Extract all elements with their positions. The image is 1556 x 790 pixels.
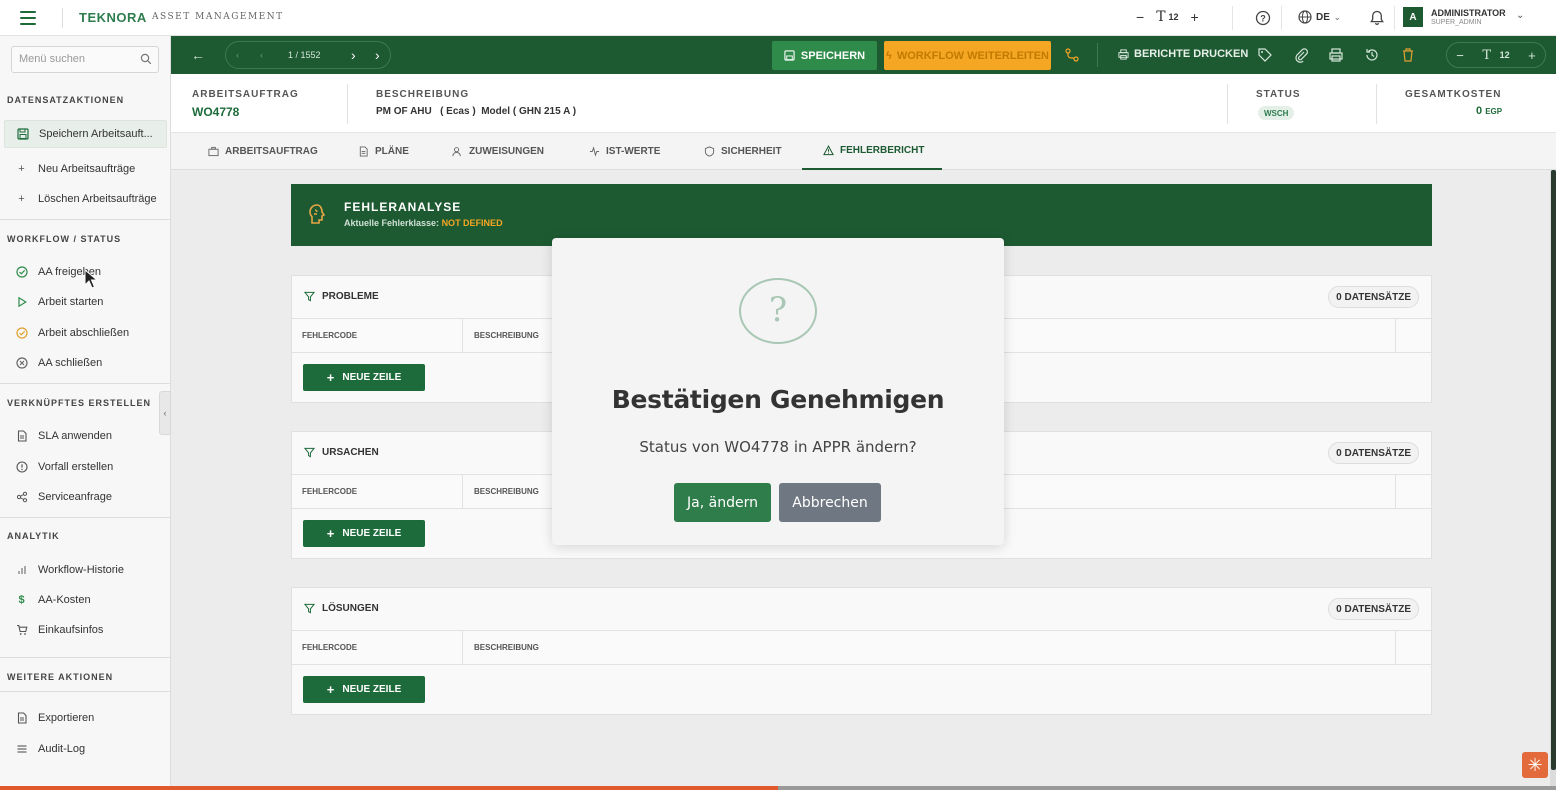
video-progress-track xyxy=(778,786,1556,790)
video-progress-bar xyxy=(0,786,778,790)
confirm-dialog: ? Bestätigen Genehmigen Status von WO477… xyxy=(552,238,1004,545)
question-icon: ? xyxy=(739,278,817,344)
cancel-button[interactable]: Abbrechen xyxy=(779,483,881,522)
confirm-button[interactable]: Ja, ändern xyxy=(674,483,771,522)
assistant-sparkle-icon[interactable]: ✳ xyxy=(1522,752,1548,778)
mouse-cursor-icon xyxy=(84,269,98,289)
dialog-message: Status von WO4778 in APPR ändern? xyxy=(639,438,917,456)
dialog-title: Bestätigen Genehmigen xyxy=(611,385,945,414)
